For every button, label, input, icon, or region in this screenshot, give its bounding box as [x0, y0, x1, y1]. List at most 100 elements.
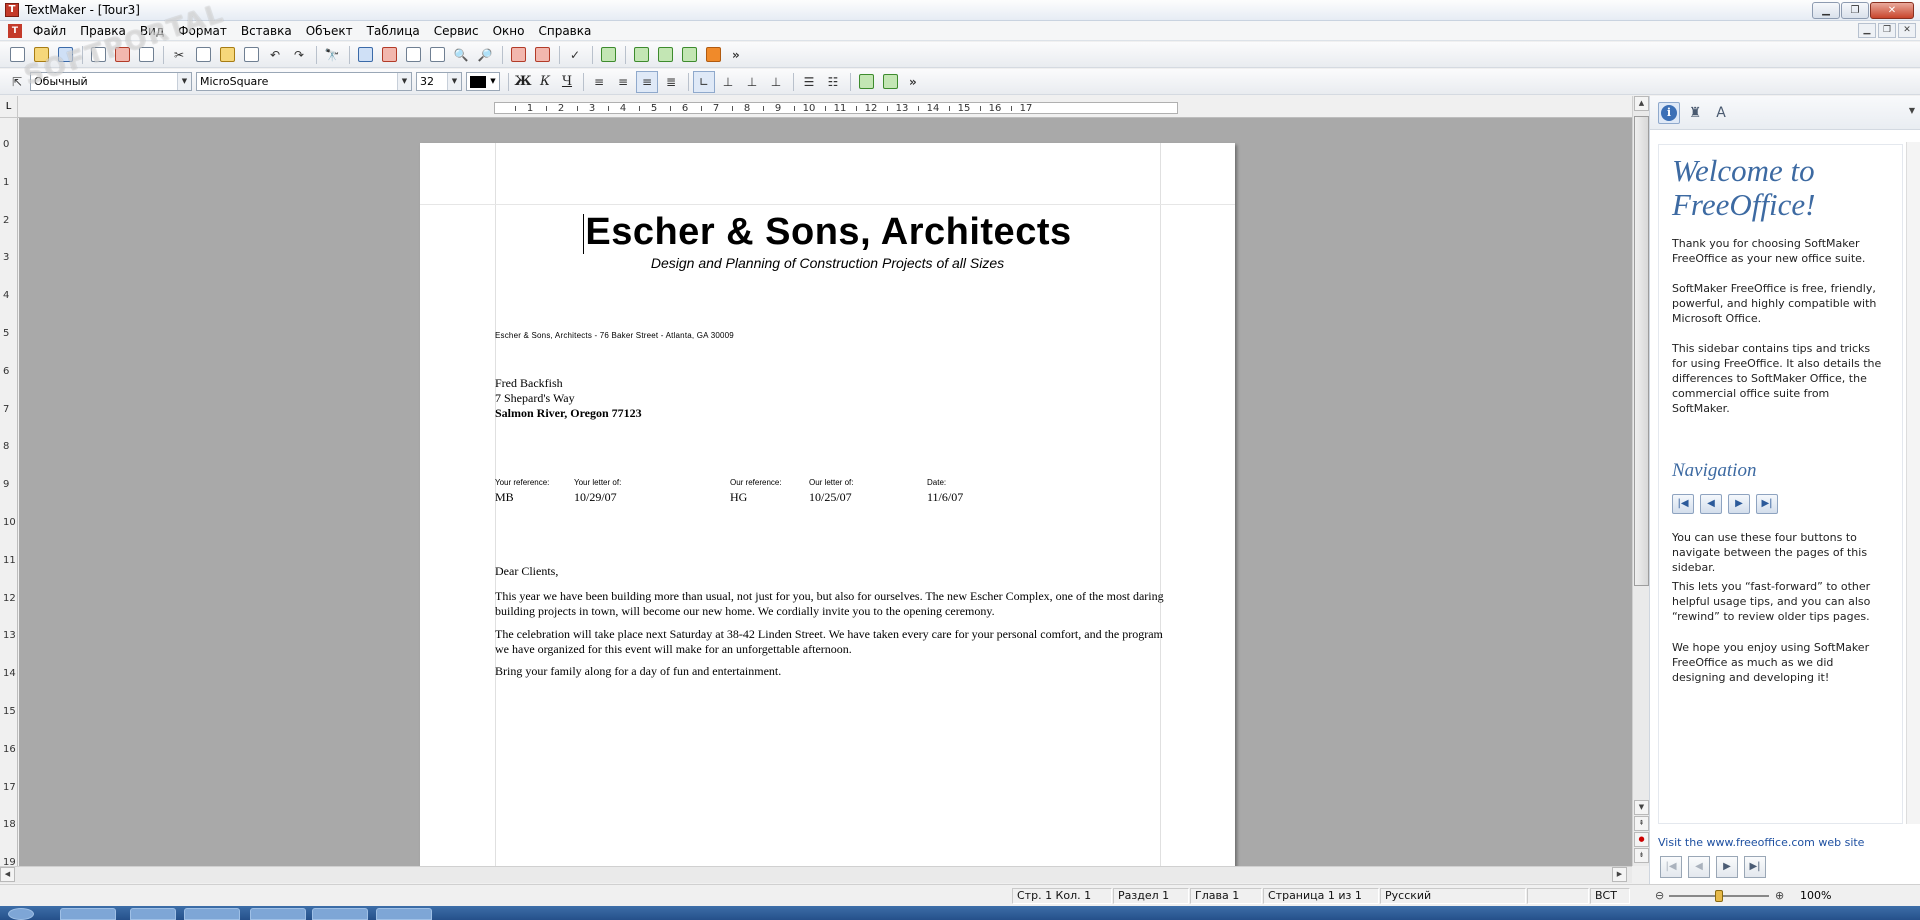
close-button[interactable]: ✕	[1870, 2, 1914, 19]
menu-insert[interactable]: Вставка	[234, 21, 299, 41]
zoom-slider[interactable]: ⊖ ⊕	[1655, 889, 1785, 903]
scroll-thumb[interactable]	[1634, 116, 1649, 586]
find-icon[interactable]: 🔭	[321, 44, 343, 66]
status-language[interactable]: Русский	[1380, 888, 1526, 904]
doc-close-button[interactable]: ✕	[1898, 23, 1916, 38]
minimize-button[interactable]: ▁	[1812, 2, 1840, 19]
website-link[interactable]: www.freeoffice.com	[1707, 836, 1815, 849]
browse-object-icon[interactable]: ●	[1634, 832, 1649, 847]
redo-icon[interactable]: ↷	[288, 44, 310, 66]
picture-frame-icon[interactable]	[531, 44, 553, 66]
scroll-right-icon[interactable]: ▶	[1612, 867, 1627, 882]
align-justify-icon[interactable]: ≣	[660, 71, 682, 93]
format-painter-icon[interactable]	[240, 44, 262, 66]
tab-center-icon[interactable]: ⊥	[741, 71, 763, 93]
document-horizontal-scrollbar[interactable]: ◀ ▶	[0, 866, 1632, 883]
status-insert-mode[interactable]: ВСТ	[1590, 888, 1630, 904]
tab-decimal-icon[interactable]: ⊥	[765, 71, 787, 93]
zoom-in-icon[interactable]: ⊕	[1775, 889, 1784, 902]
align-right-icon[interactable]: ≡	[612, 71, 634, 93]
salutation[interactable]: Dear Clients,	[495, 564, 1165, 579]
maximize-button[interactable]: ❐	[1841, 2, 1869, 19]
zoom-icon[interactable]: 🔍	[450, 44, 472, 66]
sender-line[interactable]: Escher & Sons, Architects - 76 Baker Str…	[495, 331, 734, 340]
font-select[interactable]: MicroSquare ▼	[196, 72, 412, 91]
scroll-left-icon[interactable]: ◀	[0, 867, 15, 882]
normal-view-icon[interactable]	[402, 44, 424, 66]
chevron-down-icon[interactable]: ▼	[487, 73, 499, 90]
taskbar-item[interactable]	[312, 908, 368, 920]
taskbar-item[interactable]	[60, 908, 116, 920]
ref-value[interactable]: 11/6/07	[927, 490, 963, 505]
textmaker-app-icon[interactable]: T	[5, 3, 19, 17]
ref-value[interactable]: 10/29/07	[574, 490, 617, 505]
scroll-down-icon[interactable]: ▼	[1634, 800, 1649, 815]
database-icon[interactable]	[654, 44, 676, 66]
bold-button[interactable]: Ж	[513, 72, 533, 92]
chevron-down-icon[interactable]: ▼	[447, 73, 461, 90]
font-size-select[interactable]: 32 ▼	[416, 72, 462, 91]
zoom-out-icon[interactable]: ⊖	[1655, 889, 1664, 902]
align-left-icon[interactable]: ≡	[588, 71, 610, 93]
tab-type-selector[interactable]: L	[0, 96, 18, 118]
recipient-name[interactable]: Fred Backfish	[495, 376, 563, 391]
vertical-ruler[interactable]: 0 1 2 3 4 5 6 7 8 9 10 11 12 13 14 15 16 17 18 19	[0, 118, 18, 870]
body-paragraph[interactable]: Bring your family along for a day of fun…	[495, 664, 1165, 679]
tab-left-icon[interactable]: ∟	[693, 70, 715, 93]
numbering-icon[interactable]: ☷	[822, 71, 844, 93]
italic-button[interactable]: К	[535, 72, 555, 92]
toolbar-overflow-icon[interactable]: »	[909, 75, 917, 89]
first-page-icon[interactable]: |◀	[1660, 856, 1682, 878]
text-color-select[interactable]: ▼	[466, 72, 500, 91]
zoom-thumb[interactable]	[1715, 890, 1723, 902]
undo-icon[interactable]: ↶	[264, 44, 286, 66]
softmaker-icon[interactable]	[702, 44, 724, 66]
doc-minimize-button[interactable]: ▁	[1858, 23, 1876, 38]
copy-icon[interactable]	[192, 44, 214, 66]
sidebar-menu-chevron-icon[interactable]: ▼	[1909, 106, 1915, 115]
decrease-indent-icon[interactable]	[855, 71, 877, 93]
taskbar-item[interactable]	[184, 908, 240, 920]
paste-icon[interactable]	[216, 44, 238, 66]
body-paragraph[interactable]: This year we have been building more tha…	[495, 589, 1165, 619]
tab-styles[interactable]: ♜	[1684, 102, 1706, 124]
page-view-icon[interactable]	[354, 44, 376, 66]
menu-help[interactable]: Справка	[531, 21, 598, 41]
taskbar-item[interactable]	[130, 908, 176, 920]
outline-view-icon[interactable]	[378, 44, 400, 66]
zoom-page-icon[interactable]: 🔎	[474, 44, 496, 66]
taskbar-item[interactable]	[250, 908, 306, 920]
next-page-icon[interactable]: ▶	[1728, 494, 1750, 514]
next-page-icon[interactable]: ▶	[1716, 856, 1738, 878]
first-page-icon[interactable]: |◀	[1672, 494, 1694, 514]
previous-page-icon[interactable]: ⇞	[1634, 816, 1649, 831]
tab-right-icon[interactable]: ⊥	[717, 71, 739, 93]
ref-value[interactable]: HG	[730, 490, 747, 505]
chevron-down-icon[interactable]: ▼	[177, 73, 191, 90]
next-page-icon[interactable]: ⇟	[1634, 848, 1649, 863]
underline-button[interactable]: Ч	[557, 72, 577, 92]
spell-check-icon[interactable]: ✓	[564, 44, 586, 66]
text-frame-icon[interactable]	[507, 44, 529, 66]
paragraph-mark-icon[interactable]	[630, 44, 652, 66]
body-paragraph[interactable]: The celebration will take place next Sat…	[495, 627, 1165, 657]
ref-value[interactable]: 10/25/07	[809, 490, 852, 505]
document-vertical-scrollbar[interactable]: ▲ ▼ ⇞ ● ⇟	[1632, 96, 1649, 866]
last-page-icon[interactable]: ▶|	[1756, 494, 1778, 514]
sidebar-scrollbar[interactable]	[1906, 142, 1920, 824]
ref-value[interactable]: MB	[495, 490, 514, 505]
menu-table[interactable]: Таблица	[360, 21, 427, 41]
horizontal-ruler[interactable]: 1 2 3 4 5 6 7 8 9 10 11 12 13 14 15 16 17	[18, 96, 1632, 118]
bullets-icon[interactable]: ☰	[798, 71, 820, 93]
doc-restore-button[interactable]: ❐	[1878, 23, 1896, 38]
menu-window[interactable]: Окно	[486, 21, 532, 41]
menu-tools[interactable]: Сервис	[427, 21, 486, 41]
presentations-icon[interactable]	[678, 44, 700, 66]
document-menu-icon[interactable]: T	[8, 23, 22, 38]
chevron-down-icon[interactable]: ▼	[397, 73, 411, 90]
taskbar-item[interactable]	[376, 908, 432, 920]
menu-file[interactable]: Файл	[26, 21, 73, 41]
recipient-street[interactable]: 7 Shepard's Way	[495, 391, 575, 406]
master-page-icon[interactable]	[426, 44, 448, 66]
increase-indent-icon[interactable]	[879, 71, 901, 93]
